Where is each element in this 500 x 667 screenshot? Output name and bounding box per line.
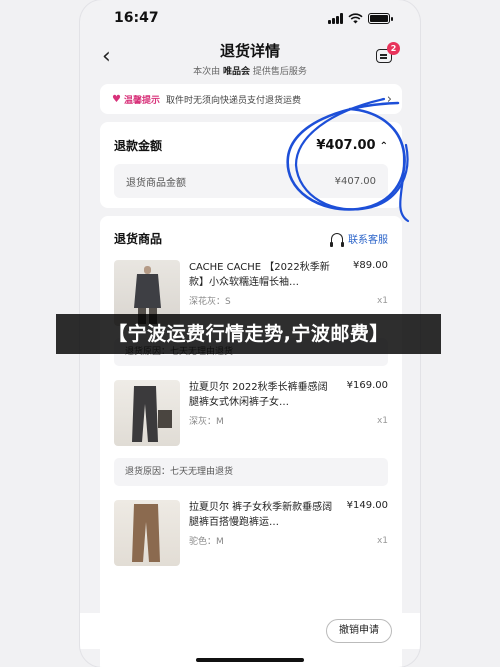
- item-price: ¥89.00: [353, 260, 388, 271]
- item-spec: 深灰：M: [189, 417, 224, 427]
- back-icon[interactable]: ‹: [102, 44, 111, 69]
- item-price: ¥169.00: [346, 380, 388, 391]
- message-button[interactable]: 2: [376, 42, 400, 66]
- page-subtitle: 本次由 唯品会 提供售后服务: [193, 64, 307, 77]
- goods-card: 退货商品 联系客服 CACHE CACHE 【2022秋季新款】小众软糯连帽长袖…: [100, 216, 402, 667]
- goods-item[interactable]: 拉夏贝尔 2022秋季长裤垂感阔腿裤女式休闲裤子女… 深灰：M ¥169.00 …: [114, 380, 388, 446]
- contact-service-link[interactable]: 联系客服: [330, 231, 388, 247]
- refund-amount-value: ¥407.00: [316, 137, 376, 153]
- status-bar: 16:47: [80, 0, 420, 36]
- bottom-bar: 撤销申请: [80, 613, 420, 649]
- wifi-icon: [348, 12, 363, 23]
- subtitle-suffix: 提供售后服务: [252, 66, 307, 77]
- message-badge: 2: [387, 42, 400, 55]
- item-price: ¥149.00: [346, 500, 388, 511]
- item-spec: 深花灰：S: [189, 297, 231, 307]
- item-qty: x1: [376, 296, 388, 306]
- refund-header[interactable]: 退款金额 ¥407.00 ⌃: [114, 134, 388, 156]
- page-title: 退货详情: [219, 41, 280, 60]
- nav-bar: ‹ 退货详情 本次由 唯品会 提供售后服务 2: [80, 36, 420, 80]
- tip-banner[interactable]: ♥ 温馨提示 取件时无须向快递员支付退货运费 ›: [100, 84, 402, 114]
- return-reason: 退货原因：七天无理由退货: [114, 458, 388, 486]
- status-time: 16:47: [114, 10, 159, 26]
- contact-service-label: 联系客服: [348, 234, 388, 246]
- battery-icon: [368, 12, 393, 24]
- item-qty: x1: [376, 536, 388, 546]
- refund-amount: ¥407.00 ⌃: [316, 138, 388, 153]
- headset-icon: [330, 232, 344, 247]
- product-image: [114, 500, 180, 566]
- refund-detail-row: 退货商品金额 ¥407.00: [114, 164, 388, 198]
- refund-label: 退款金额: [114, 138, 163, 153]
- subtitle-prefix: 本次由: [193, 66, 221, 77]
- chevron-up-icon: ⌃: [379, 140, 388, 152]
- subtitle-brand: 唯品会: [222, 66, 250, 77]
- tip-label: 温馨提示: [123, 95, 160, 106]
- home-indicator: [196, 658, 304, 662]
- overlay-caption: 【宁波运费行情走势,宁波邮费】: [56, 314, 441, 354]
- goods-label: 退货商品: [114, 231, 163, 246]
- tip-text: 取件时无须向快递员支付退货运费: [165, 95, 301, 106]
- product-image: [114, 380, 180, 446]
- chevron-right-icon: ›: [386, 91, 392, 107]
- signal-icon: [328, 12, 343, 24]
- item-info: 拉夏贝尔 2022秋季长裤垂感阔腿裤女式休闲裤子女… 深灰：M ¥169.00 …: [189, 380, 388, 446]
- item-name: CACHE CACHE 【2022秋季新款】小众软糯连帽长袖…: [189, 262, 330, 288]
- item-name: 拉夏贝尔 2022秋季长裤垂感阔腿裤女式休闲裤子女…: [189, 382, 328, 408]
- refund-card: 退款金额 ¥407.00 ⌃ 退货商品金额 ¥407.00: [100, 122, 402, 208]
- item-spec: 驼色：M: [189, 537, 224, 547]
- cancel-request-button[interactable]: 撤销申请: [326, 619, 392, 643]
- item-name: 拉夏贝尔 裤子女秋季新款垂感阔腿裤百搭慢跑裤运…: [189, 502, 333, 528]
- goods-item[interactable]: 拉夏贝尔 裤子女秋季新款垂感阔腿裤百搭慢跑裤运… 驼色：M ¥149.00 x1: [114, 500, 388, 566]
- heart-icon: ♥: [112, 93, 121, 105]
- item-qty: x1: [376, 416, 388, 426]
- refund-sub-label: 退货商品金额: [126, 177, 186, 189]
- item-info: 拉夏贝尔 裤子女秋季新款垂感阔腿裤百搭慢跑裤运… 驼色：M ¥149.00 x1: [189, 500, 388, 566]
- status-icons: [328, 12, 393, 24]
- refund-sub-amount: ¥407.00: [334, 175, 376, 187]
- goods-header: 退货商品 联系客服: [114, 226, 388, 250]
